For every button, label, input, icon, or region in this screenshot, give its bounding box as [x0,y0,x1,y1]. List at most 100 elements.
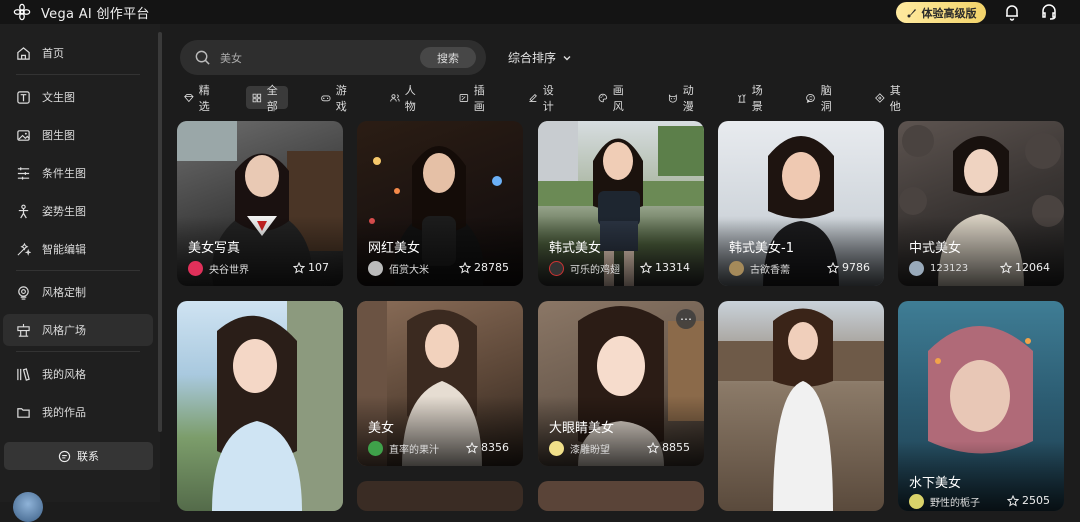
style-card[interactable]: 中式美女 123123 12064 [898,121,1064,286]
card-favorites[interactable]: 9786 [827,261,870,274]
sidebar-item-smart-edit[interactable]: 智能编辑 [0,233,152,265]
sort-label: 综合排序 [508,51,557,65]
tab-illustration[interactable]: 插画 [453,84,495,113]
style-card[interactable] [538,481,704,511]
style-card[interactable] [177,301,343,511]
card-author[interactable]: 123123 [909,261,968,276]
tab-featured[interactable]: 精选 [178,84,220,113]
style-card[interactable]: 韩式美女-1 古欲香薷 9786 [718,121,884,286]
tab-imagination[interactable]: 脑洞 [800,84,842,113]
sidebar-item-home[interactable]: 首页 [0,37,152,69]
card-title: 大眼睛美女 [549,421,615,436]
card-author[interactable]: 可乐的鸡翅 [549,261,620,276]
card-author[interactable]: 央谷世界 [188,261,249,276]
style-card[interactable]: 水下美女 野性的栀子 2505 [898,301,1064,511]
tab-design[interactable]: 设计 [522,84,564,113]
sidebar-item-text-to-image[interactable]: 文生图 [0,81,152,113]
user-avatar[interactable] [13,492,43,522]
card-favorites[interactable]: 28785 [459,261,509,274]
favorite-count: 9786 [842,261,870,274]
style-card[interactable]: ⋯ 大眼睛美女 漆雕盼望 8855 [538,301,704,466]
favorite-count: 12064 [1015,261,1050,274]
search-icon [195,50,210,65]
condition-icon [17,166,30,180]
card-author[interactable]: 佰赏大米 [368,261,429,276]
sidebar-item-label: 智能编辑 [42,243,86,256]
card-favorites[interactable]: 8356 [466,441,509,454]
card-title: 韩式美女-1 [729,241,794,256]
anime-icon [668,93,677,103]
author-name: 古欲香薷 [750,265,790,276]
card-favorites[interactable]: 2505 [1007,494,1050,507]
app-logo[interactable]: Vega AI 创作平台 [13,3,150,22]
card-title: 网红美女 [368,241,421,256]
more-options-button[interactable]: ⋯ [676,309,696,329]
author-avatar [188,261,203,276]
style-card[interactable]: 网红美女 佰赏大米 28785 [357,121,523,286]
sidebar-item-label: 风格广场 [42,324,86,337]
sidebar-item-my-style[interactable]: 我的风格 [0,358,152,390]
brain-icon [806,93,815,103]
sidebar-scrollbar[interactable] [158,32,162,432]
card-author[interactable]: 古欲香薷 [729,261,790,276]
sidebar-item-style-custom[interactable]: 风格定制 [0,276,152,308]
contact-button[interactable]: 联系 [4,442,153,470]
tab-anime[interactable]: 动漫 [662,84,704,113]
favorite-count: 2505 [1022,494,1050,507]
favorite-count: 28785 [474,261,509,274]
card-author[interactable]: 直率的果汁 [368,441,439,456]
home-icon [17,46,30,60]
sidebar-item-image-to-image[interactable]: 图生图 [0,119,152,151]
card-favorites[interactable]: 107 [293,261,329,274]
my-style-icon [17,367,30,381]
tab-game[interactable]: 游戏 [315,84,357,113]
search-input[interactable] [220,49,390,66]
sidebar-item-pose[interactable]: 姿势生图 [0,195,152,227]
chat-icon [58,450,71,462]
contact-label: 联系 [77,450,99,463]
sort-dropdown[interactable]: 综合排序 [508,49,572,66]
tab-art-style[interactable]: 画风 [592,84,634,113]
sidebar-item-label: 我的风格 [42,368,86,381]
tab-all[interactable]: 全部 [246,84,288,113]
sidebar-item-my-works[interactable]: 我的作品 [0,396,152,428]
author-name: 123123 [930,263,969,274]
image-icon [17,129,30,141]
upgrade-button[interactable]: 体验高级版 [896,2,986,23]
search-button[interactable]: 搜索 [420,47,476,68]
illustration-icon [459,93,469,102]
tab-people[interactable]: 人物 [384,84,426,113]
tab-label: 动漫 [682,83,694,113]
style-card[interactable] [718,301,884,511]
style-custom-icon [18,285,29,300]
favorite-count: 8855 [662,441,690,454]
star-icon [1007,494,1019,507]
tab-other[interactable]: 其他 [869,84,911,113]
favorite-count: 107 [308,261,329,274]
author-name: 央谷世界 [209,265,249,276]
brush-icon [907,8,916,17]
style-card[interactable]: 韩式美女 可乐的鸡翅 13314 [538,121,704,286]
tab-scene[interactable]: 场景 [731,84,773,113]
style-card[interactable]: 美女 直率的果汁 8356 [357,301,523,466]
headset-icon[interactable] [1040,3,1058,21]
card-favorites[interactable]: 12064 [1000,261,1050,274]
sidebar-item-style-square[interactable]: 风格广场 [3,314,153,346]
card-author[interactable]: 漆雕盼望 [549,441,610,456]
card-favorites[interactable]: 8855 [647,441,690,454]
star-icon [827,261,839,274]
author-name: 漆雕盼望 [570,445,610,456]
style-card[interactable]: 美女写真 央谷世界 107 [177,121,343,286]
search-bar: 搜索 [180,40,486,75]
bell-icon[interactable] [1003,3,1021,21]
folder-icon [17,407,30,418]
sidebar-item-condition[interactable]: 条件生图 [0,157,152,189]
card-title: 中式美女 [909,241,962,256]
style-card[interactable] [357,481,523,511]
star-icon [647,441,659,454]
chevron-down-icon [563,55,571,60]
top-bar: Vega AI 创作平台 体验高级版 [0,0,1080,24]
card-favorites[interactable]: 13314 [640,261,690,274]
magic-edit-icon [17,242,31,256]
tab-label: 人物 [404,83,416,113]
